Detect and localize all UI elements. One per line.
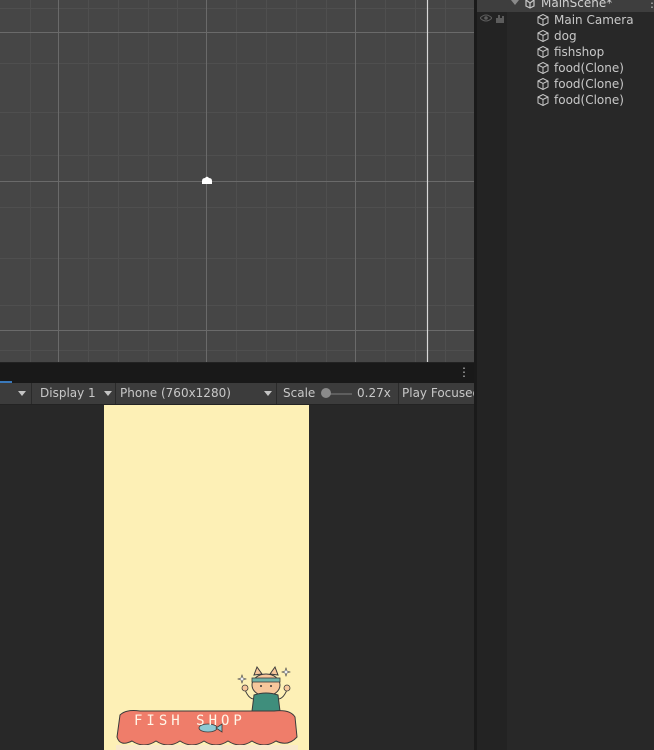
hierarchy-scene-row[interactable]: MainScene* ⋮	[477, 0, 654, 12]
gameobject-cube-icon	[537, 30, 549, 42]
chevron-down-icon	[104, 391, 112, 396]
scene-menu-icon[interactable]: ⋮	[646, 0, 654, 10]
hierarchy-item-label: Main Camera	[554, 13, 634, 27]
display-dropdown[interactable]: Display 1	[32, 383, 116, 404]
resolution-dropdown[interactable]: Phone (760x1280)	[116, 383, 277, 404]
hierarchy-item-label: food(Clone)	[554, 77, 624, 91]
game-toolbar: Display 1 Phone (760x1280) Scale 0.27x P…	[0, 383, 474, 405]
hierarchy-item-main-camera[interactable]: Main Camera	[477, 12, 654, 28]
display-label: Display 1	[40, 386, 96, 400]
hierarchy-panel: MainScene* ⋮ Main Camera dog fishshop fo…	[477, 0, 654, 750]
hierarchy-item-label: fishshop	[554, 45, 605, 59]
hierarchy-item-label: food(Clone)	[554, 61, 624, 75]
gameobject-cube-icon	[537, 78, 549, 90]
game-view-dropdown[interactable]	[0, 383, 32, 404]
scale-slider-thumb[interactable]	[321, 388, 331, 398]
chevron-down-icon	[264, 391, 272, 396]
hierarchy-item-label: food(Clone)	[554, 93, 624, 107]
shop-sign-text: FISH SHOP	[134, 713, 246, 729]
gameobject-cube-icon	[537, 62, 549, 74]
expand-arrow-icon[interactable]	[511, 0, 519, 6]
hierarchy-item-food-clone[interactable]: food(Clone)	[477, 60, 654, 76]
scene-icon	[525, 0, 535, 9]
scale-value: 0.27x	[357, 386, 391, 400]
hierarchy-item-dog[interactable]: dog	[477, 28, 654, 44]
hierarchy-item-food-clone[interactable]: food(Clone)	[477, 76, 654, 92]
scene-name: MainScene*	[541, 0, 613, 10]
hierarchy-item-fishshop[interactable]: fishshop	[477, 44, 654, 60]
hierarchy-item-food-clone[interactable]: food(Clone)	[477, 92, 654, 108]
cat-shopkeeper-sprite	[237, 665, 291, 712]
play-mode-label: Play Focused	[402, 386, 474, 400]
game-view[interactable]: FISH SHOP	[0, 405, 474, 750]
play-mode-dropdown[interactable]: Play Focused	[399, 383, 474, 404]
gameobject-cube-icon	[537, 14, 549, 26]
game-canvas: FISH SHOP	[104, 405, 309, 750]
gameobject-cube-icon	[537, 94, 549, 106]
gameobject-cube-icon	[537, 46, 549, 58]
resolution-label: Phone (760x1280)	[120, 386, 231, 400]
game-tab-bar	[0, 362, 474, 384]
chevron-down-icon	[18, 391, 26, 396]
hierarchy-gutter	[477, 0, 507, 750]
scene-view[interactable]	[0, 0, 474, 362]
scene-grid	[0, 0, 474, 362]
scale-label: Scale	[283, 386, 316, 400]
hierarchy-item-label: dog	[554, 29, 577, 43]
more-options-icon[interactable]	[458, 366, 464, 378]
camera-gizmo-icon[interactable]	[200, 176, 214, 186]
